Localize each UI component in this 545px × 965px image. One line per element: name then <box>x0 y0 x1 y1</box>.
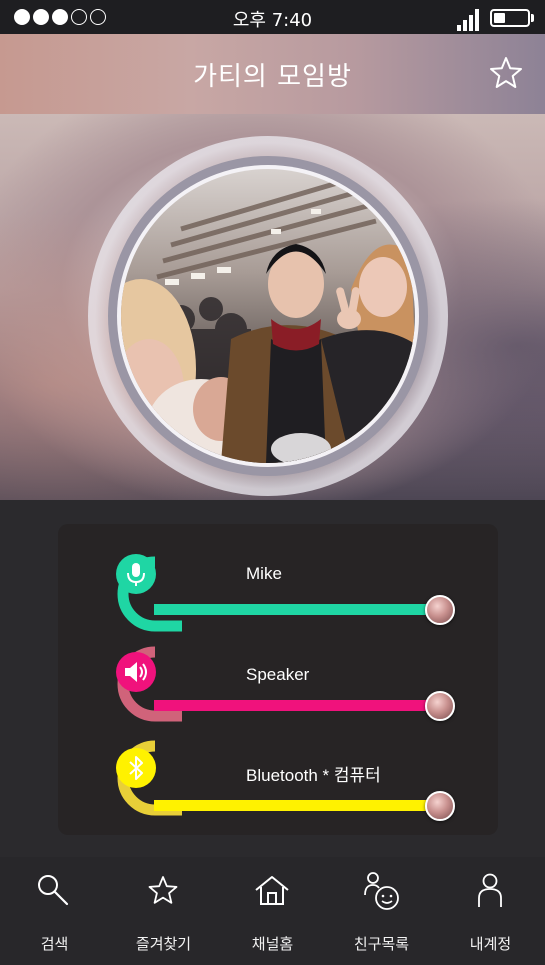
page-title: 가티의 모임방 <box>193 62 352 92</box>
group-photo[interactable] <box>121 169 415 463</box>
bluetooth-slider-knob[interactable] <box>425 791 455 821</box>
nav-search[interactable]: 검색 <box>0 857 109 965</box>
nav-favorites[interactable]: 즐겨찾기 <box>109 857 218 965</box>
bluetooth-control: Bluetooth * 컴퓨터 <box>58 724 498 824</box>
bottom-navigation: 검색 즐겨찾기 채널홈 친구목록 내계정 <box>0 857 545 965</box>
speaker-slider-knob[interactable] <box>425 691 455 721</box>
speaker-icon[interactable] <box>116 652 156 692</box>
status-bar: 오후 7:40 <box>0 0 545 34</box>
bluetooth-label: Bluetooth * 컴퓨터 <box>246 766 381 785</box>
bluetooth-slider-fill <box>154 800 438 811</box>
home-icon <box>255 876 289 905</box>
bluetooth-icon[interactable] <box>116 748 156 788</box>
mike-slider-fill <box>154 604 438 615</box>
nav-channel-home[interactable]: 채널홈 <box>218 857 327 965</box>
audio-control-panel: Mike Speaker Bluetooth * 컴퓨터 <box>58 524 498 835</box>
search-icon <box>38 875 69 906</box>
favorite-button[interactable] <box>487 54 525 92</box>
battery-tip <box>531 14 534 22</box>
person-icon <box>478 873 502 907</box>
friends-icon <box>364 872 399 910</box>
speaker-slider-fill <box>154 700 438 711</box>
speaker-slider-track[interactable] <box>154 700 438 711</box>
nav-favorites-label: 즐겨찾기 <box>135 935 192 953</box>
room-header: 가티의 모임방 <box>0 34 545 114</box>
battery-icon <box>490 9 530 27</box>
bluetooth-slider-track[interactable] <box>154 800 438 811</box>
mike-control: Mike <box>58 524 498 632</box>
battery-level <box>494 13 505 23</box>
room-hero <box>0 114 545 500</box>
star-outline-icon <box>490 57 522 88</box>
star-icon <box>148 876 178 904</box>
nav-friends[interactable]: 친구목록 <box>327 857 436 965</box>
nav-my-account[interactable]: 내계정 <box>436 857 545 965</box>
speaker-control: Speaker <box>58 624 498 724</box>
mike-label: Mike <box>246 564 282 583</box>
cellular-signal-icon <box>457 9 479 31</box>
nav-my-account-label: 내계정 <box>469 935 512 953</box>
mike-slider-track[interactable] <box>154 604 438 615</box>
group-selfie-image <box>121 169 415 463</box>
microphone-icon[interactable] <box>116 554 156 594</box>
nav-channel-home-label: 채널홈 <box>251 935 294 953</box>
nav-friends-label: 친구목록 <box>353 935 410 953</box>
nav-search-label: 검색 <box>40 935 69 953</box>
mike-slider-knob[interactable] <box>425 595 455 625</box>
speaker-label: Speaker <box>246 665 310 684</box>
